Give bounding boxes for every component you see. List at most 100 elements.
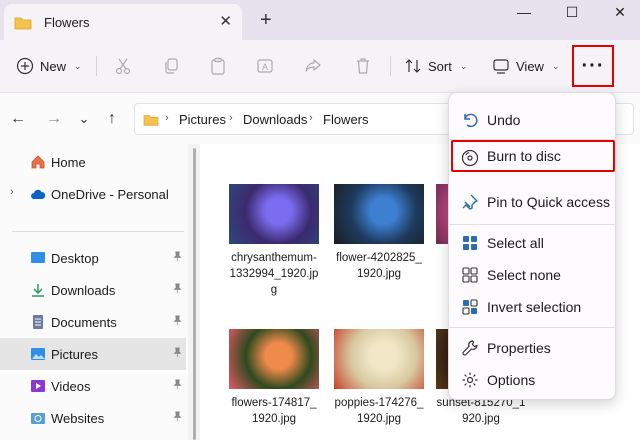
pin-icon[interactable] (172, 379, 183, 393)
sidebar-item-label: Pictures (51, 346, 98, 362)
file-item[interactable]: flower-4202825_1920.jpg (334, 184, 424, 282)
view-label: View (516, 58, 544, 74)
sidebar-item-desktop[interactable]: Desktop (0, 242, 186, 274)
more-options-button[interactable]: ··· (572, 45, 614, 87)
breadcrumb-pictures[interactable]: Pictures (179, 112, 226, 127)
file-name: chrysanthemum-1332994_1920.jpg (229, 252, 319, 296)
menu-item-label: Burn to disc (487, 148, 561, 164)
file-thumbnail (229, 184, 319, 244)
file-thumbnail (229, 329, 319, 389)
tab-flowers[interactable]: Flowers ✕ (4, 4, 242, 40)
paste-icon[interactable] (207, 55, 229, 77)
sidebar-item-label: Desktop (51, 250, 99, 266)
toolbar-divider (96, 56, 97, 76)
video-icon (31, 380, 45, 392)
rename-icon[interactable]: A (254, 55, 276, 77)
pictures-icon (31, 348, 45, 360)
sidebar-item-home[interactable]: Home (0, 146, 186, 178)
invert-selection-icon (461, 298, 479, 316)
pin-icon[interactable] (172, 411, 183, 425)
undo-icon (461, 111, 479, 129)
minimize-button[interactable]: — (504, 4, 544, 22)
select-all-icon (461, 234, 479, 252)
file-name: flowers-174817_1920.jpg (231, 397, 317, 425)
breadcrumb-separator: › (309, 112, 313, 124)
menu-item-label: Pin to Quick access (487, 194, 610, 210)
toolbar-divider (390, 56, 391, 76)
sort-icon (405, 59, 421, 73)
sidebar-item-label: Downloads (51, 282, 116, 298)
file-thumbnail (334, 329, 424, 389)
chevron-down-icon: ⌄ (74, 60, 82, 71)
delete-icon[interactable] (352, 55, 374, 77)
file-name: flower-4202825_1920.jpg (336, 252, 422, 280)
tab-close-icon[interactable]: ✕ (219, 12, 232, 30)
sidebar-item-downloads[interactable]: Downloads (0, 274, 186, 306)
svg-text:A: A (262, 62, 268, 72)
folder-icon (143, 113, 159, 130)
pin-icon[interactable] (172, 315, 183, 329)
pin-icon[interactable] (172, 251, 183, 265)
menu-item-properties[interactable]: Properties (453, 332, 613, 364)
chevron-down-icon: ⌄ (551, 60, 560, 71)
breadcrumb-downloads[interactable]: Downloads (243, 112, 307, 127)
close-button[interactable]: ✕ (600, 4, 640, 22)
view-button[interactable]: View ⌄ (492, 53, 560, 79)
globe-folder-icon (31, 413, 45, 424)
up-arrow-icon[interactable]: ↑ (102, 109, 122, 129)
pin-icon[interactable] (172, 283, 183, 297)
share-icon[interactable] (302, 55, 324, 77)
pin-icon[interactable] (172, 347, 183, 361)
command-bar: New ⌄ A Sort ⌄ View ⌄ (0, 40, 640, 92)
file-item[interactable]: chrysanthemum-1332994_1920.jpg (229, 184, 319, 298)
menu-item-options[interactable]: Options (453, 364, 613, 396)
document-icon (33, 315, 43, 329)
sort-label: Sort (428, 58, 452, 74)
sidebar-item-label: Home (51, 154, 86, 170)
recent-locations-icon[interactable]: ⌄ (74, 109, 94, 129)
menu-item-pin-to-quick-access[interactable]: Pin to Quick access (453, 186, 613, 218)
sort-button[interactable]: Sort ⌄ (404, 53, 467, 79)
chevron-right-icon[interactable]: › (10, 186, 14, 198)
navigation-pane: Home › OneDrive - Personal Desktop Downl… (0, 144, 188, 440)
back-arrow-icon[interactable]: ← (8, 109, 28, 129)
sidebar-item-pictures[interactable]: Pictures (0, 338, 186, 370)
cut-icon[interactable] (112, 55, 134, 77)
menu-item-burn-to-disc[interactable]: Burn to disc (451, 140, 615, 172)
file-thumbnail (334, 184, 424, 244)
disc-icon (461, 149, 479, 167)
sidebar-item-label: OneDrive - Personal (51, 186, 169, 202)
chevron-down-icon: ⌄ (459, 60, 468, 71)
forward-arrow-icon[interactable]: → (44, 109, 64, 129)
file-item[interactable]: flowers-174817_1920.jpg (229, 329, 319, 427)
sidebar-item-label: Websites (51, 410, 105, 426)
new-button[interactable]: New ⌄ (16, 53, 82, 79)
menu-item-undo[interactable]: Undo (453, 104, 613, 136)
sidebar-item-websites[interactable]: Websites (0, 402, 186, 434)
sidebar-item-documents[interactable]: Documents (0, 306, 186, 338)
desktop-icon (31, 252, 45, 263)
sidebar-item-label: Videos (51, 378, 91, 394)
menu-item-invert-selection[interactable]: Invert selection (453, 291, 613, 323)
wrench-icon (461, 339, 479, 357)
cloud-icon (31, 189, 46, 199)
breadcrumb-flowers[interactable]: Flowers (323, 112, 369, 127)
menu-item-label: Properties (487, 340, 551, 356)
menu-item-label: Undo (487, 112, 521, 128)
sidebar-item-onedrive[interactable]: › OneDrive - Personal (0, 178, 186, 210)
sidebar-item-videos[interactable]: Videos (0, 370, 186, 402)
menu-divider (449, 327, 615, 328)
download-icon (32, 284, 44, 297)
view-icon (493, 59, 509, 74)
new-label: New (40, 58, 67, 74)
file-item[interactable]: poppies-174276_1920.jpg (334, 329, 424, 427)
sidebar-scrollbar-thumb[interactable] (193, 148, 196, 440)
maximize-button[interactable]: ☐ (552, 4, 592, 22)
new-tab-button[interactable]: + (260, 10, 272, 30)
menu-item-select-all[interactable]: Select all (453, 227, 613, 259)
menu-item-select-none[interactable]: Select none (453, 259, 613, 291)
copy-icon[interactable] (160, 55, 182, 77)
plus-circle-icon (16, 57, 34, 75)
menu-divider (449, 224, 615, 225)
sidebar-divider (12, 231, 184, 232)
